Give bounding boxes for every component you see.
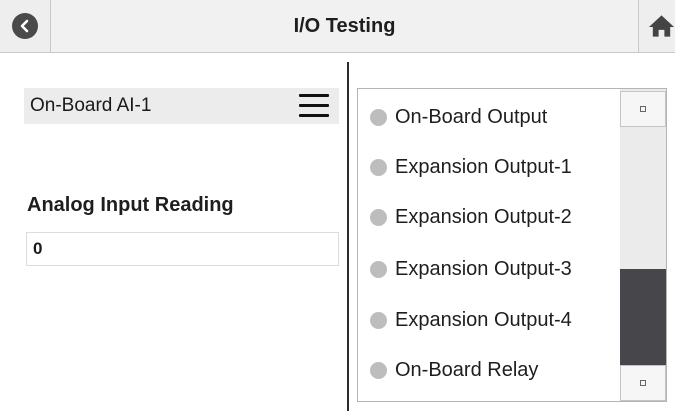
output-item-label: On-Board Output: [395, 105, 548, 128]
header-bar: I/O Testing: [0, 0, 675, 53]
output-item-expansion-output-2[interactable]: Expansion Output-2: [370, 192, 572, 242]
input-selector[interactable]: On-Board AI-1: [24, 88, 339, 124]
hamburger-menu-icon[interactable]: [299, 94, 329, 118]
scrollbar[interactable]: [620, 89, 666, 401]
output-item-expansion-output-1[interactable]: Expansion Output-1: [370, 142, 572, 192]
scroll-down-icon: [640, 380, 646, 386]
output-item-label: Expansion Output-1: [395, 155, 572, 178]
panel-divider: [347, 62, 349, 411]
output-item-label: Expansion Output-4: [395, 308, 572, 331]
scrollbar-thumb[interactable]: [620, 269, 666, 365]
status-indicator-icon: [370, 361, 387, 379]
output-item-label: On-Board Relay: [395, 358, 539, 381]
home-icon: [648, 15, 675, 37]
output-item-expansion-output-4[interactable]: Expansion Output-4: [370, 295, 572, 345]
output-item-on-board-relay[interactable]: On-Board Relay: [370, 345, 538, 395]
scroll-up-button[interactable]: [620, 91, 666, 127]
chevron-left-icon: [12, 13, 38, 39]
scroll-down-button[interactable]: [620, 365, 666, 401]
scroll-up-icon: [640, 106, 646, 112]
output-item-label: Expansion Output-2: [395, 205, 572, 228]
output-list: On-Board Output Expansion Output-1 Expan…: [357, 88, 667, 402]
output-item-label: Expansion Output-3: [395, 257, 572, 280]
output-item-on-board-output[interactable]: On-Board Output: [370, 92, 547, 142]
home-button[interactable]: [638, 0, 675, 52]
status-indicator-icon: [370, 260, 387, 278]
analog-input-reading-value: 0: [26, 232, 339, 266]
output-item-expansion-output-3[interactable]: Expansion Output-3: [370, 244, 572, 294]
status-indicator-icon: [370, 208, 387, 226]
status-indicator-icon: [370, 158, 387, 176]
page-title: I/O Testing: [293, 15, 396, 37]
input-selector-value: On-Board AI-1: [30, 95, 152, 116]
status-indicator-icon: [370, 108, 387, 126]
analog-input-reading-label: Analog Input Reading: [27, 194, 234, 216]
back-button[interactable]: [0, 0, 51, 52]
status-indicator-icon: [370, 311, 387, 329]
